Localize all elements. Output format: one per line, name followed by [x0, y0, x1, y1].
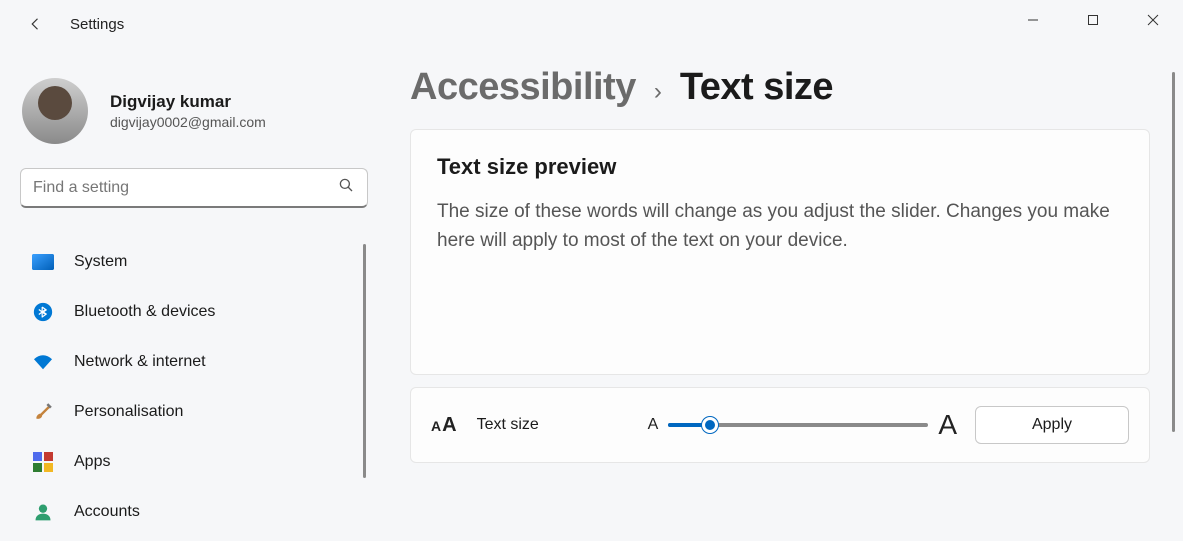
preview-title: Text size preview [437, 154, 1123, 180]
avatar [22, 78, 88, 144]
maximize-button[interactable] [1063, 0, 1123, 40]
sidebar-item-label: Apps [74, 453, 110, 471]
sidebar-item-personalisation[interactable]: Personalisation [20, 390, 368, 434]
nav-list: System Bluetooth & devices Network & int… [20, 240, 392, 534]
text-size-preview-card: Text size preview The size of these word… [410, 129, 1150, 375]
user-name: Digvijay kumar [110, 92, 266, 112]
sidebar-item-label: System [74, 253, 127, 271]
sidebar-item-label: Bluetooth & devices [74, 303, 215, 321]
wifi-icon [32, 351, 54, 373]
user-email: digvijay0002@gmail.com [110, 114, 266, 130]
bluetooth-icon [32, 301, 54, 323]
sidebar-item-system[interactable]: System [20, 240, 368, 284]
slider-label: Text size [477, 416, 539, 434]
text-size-slider-card: AA Text size A A Apply [410, 387, 1150, 463]
paintbrush-icon [32, 401, 54, 423]
search-icon [337, 176, 355, 199]
breadcrumb-current: Text size [680, 66, 833, 109]
sidebar-item-bluetooth[interactable]: Bluetooth & devices [20, 290, 368, 334]
search-input[interactable] [33, 179, 337, 197]
display-icon [32, 251, 54, 273]
apply-button-label: Apply [1032, 416, 1072, 434]
breadcrumb-parent[interactable]: Accessibility [410, 66, 636, 109]
text-size-slider[interactable] [668, 415, 928, 435]
sidebar-item-network[interactable]: Network & internet [20, 340, 368, 384]
preview-body: The size of these words will change as y… [437, 198, 1123, 255]
user-text: Digvijay kumar digvijay0002@gmail.com [110, 92, 266, 130]
sidebar: Digvijay kumar digvijay0002@gmail.com Sy… [0, 60, 392, 541]
search-box[interactable] [20, 168, 368, 208]
breadcrumb: Accessibility › Text size [410, 66, 1151, 109]
chevron-right-icon: › [654, 78, 662, 106]
content-area: Accessibility › Text size Text size prev… [410, 66, 1151, 541]
slider-max-glyph: A [938, 409, 957, 441]
slider-group: A A Apply [648, 406, 1129, 444]
slider-min-glyph: A [648, 416, 659, 434]
sidebar-item-label: Personalisation [74, 403, 183, 421]
slider-thumb[interactable] [702, 417, 718, 433]
text-size-icon: AA [431, 414, 457, 437]
user-block[interactable]: Digvijay kumar digvijay0002@gmail.com [20, 78, 392, 144]
apps-icon [32, 451, 54, 473]
apply-button[interactable]: Apply [975, 406, 1129, 444]
sidebar-item-label: Accounts [74, 503, 140, 521]
sidebar-scrollbar[interactable] [363, 244, 366, 478]
sidebar-item-apps[interactable]: Apps [20, 440, 368, 484]
minimize-button[interactable] [1003, 0, 1063, 40]
sidebar-item-label: Network & internet [74, 353, 206, 371]
content-scrollbar[interactable] [1172, 72, 1175, 432]
caption-buttons [1003, 0, 1183, 40]
back-button[interactable] [26, 14, 46, 34]
sidebar-item-accounts[interactable]: Accounts [20, 490, 368, 534]
person-icon [32, 501, 54, 523]
close-button[interactable] [1123, 0, 1183, 40]
titlebar: Settings [0, 0, 1183, 48]
window-title: Settings [70, 16, 124, 33]
settings-window: Settings Digvijay kumar digvijay0002@gma… [0, 0, 1183, 541]
